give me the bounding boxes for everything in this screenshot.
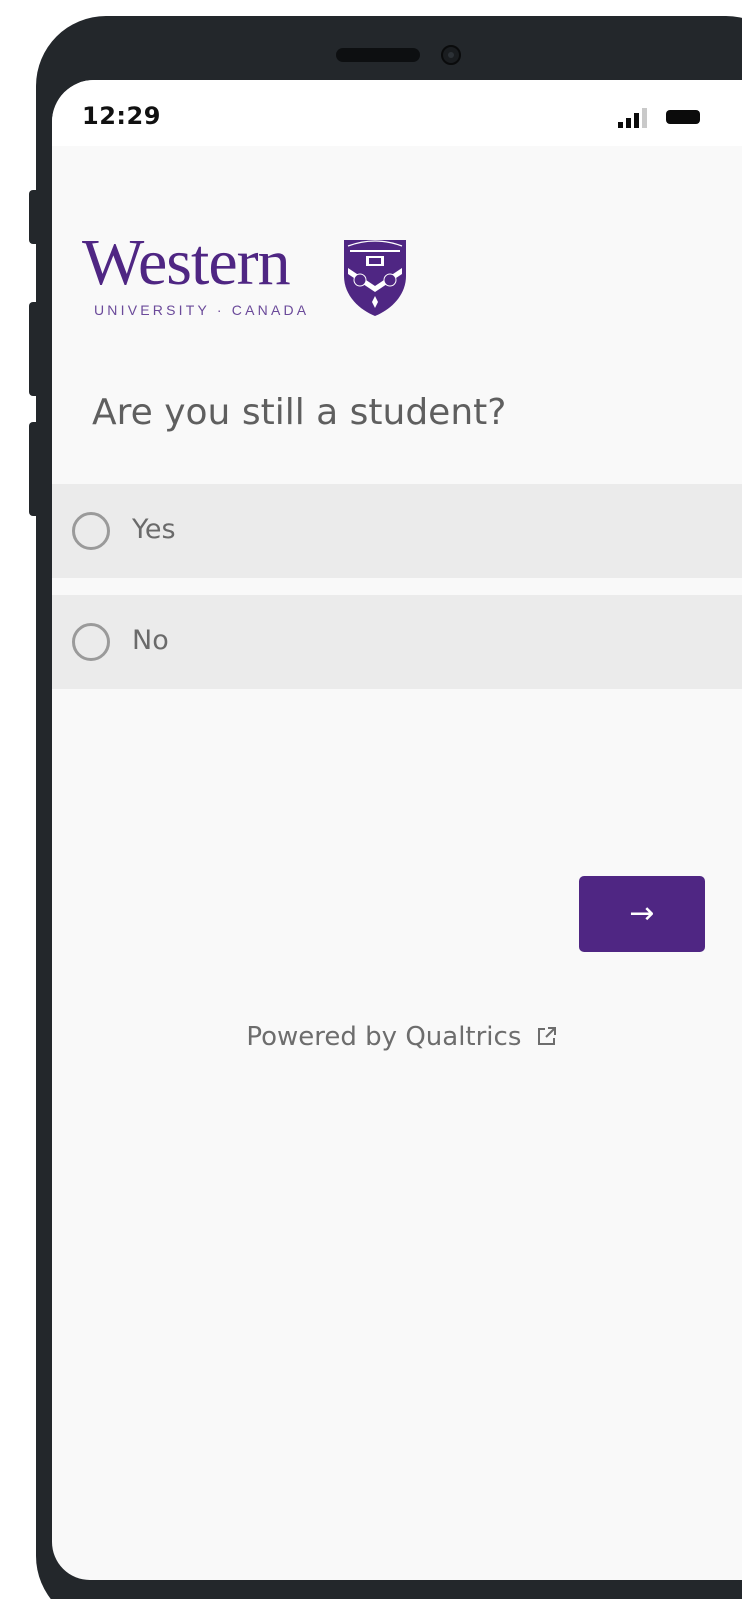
choice-label-yes: Yes xyxy=(132,514,176,545)
question-text: Are you still a student? xyxy=(92,392,507,433)
footer: Powered by Qualtrics xyxy=(52,1022,742,1052)
powered-by-qualtrics-link[interactable]: Powered by Qualtrics xyxy=(246,1022,557,1052)
choice-label-no: No xyxy=(132,625,169,656)
powered-by-text: Powered by Qualtrics xyxy=(246,1022,522,1052)
front-camera xyxy=(441,45,461,65)
phone-speaker xyxy=(336,48,420,62)
phone-screen: 12:29 Western UNIVERSITY · CANADA Are yo… xyxy=(52,80,742,1580)
cellular-signal-icon xyxy=(618,108,647,128)
logo-wordmark: Western xyxy=(82,226,291,299)
university-crest-icon xyxy=(344,240,406,316)
choice-no[interactable]: No xyxy=(52,595,742,689)
choice-yes[interactable]: Yes xyxy=(52,484,742,578)
western-university-logo: Western UNIVERSITY · CANADA xyxy=(82,230,412,326)
status-bar: 12:29 xyxy=(52,80,742,146)
page: 12:29 Western UNIVERSITY · CANADA Are yo… xyxy=(0,0,742,1599)
radio-button-yes[interactable] xyxy=(72,512,110,550)
external-link-icon xyxy=(537,1027,556,1045)
battery-icon xyxy=(666,110,700,124)
next-button[interactable]: → xyxy=(579,876,705,952)
logo-subtitle: UNIVERSITY · CANADA xyxy=(94,302,310,318)
radio-button-no[interactable] xyxy=(72,623,110,661)
status-time: 12:29 xyxy=(82,102,161,130)
